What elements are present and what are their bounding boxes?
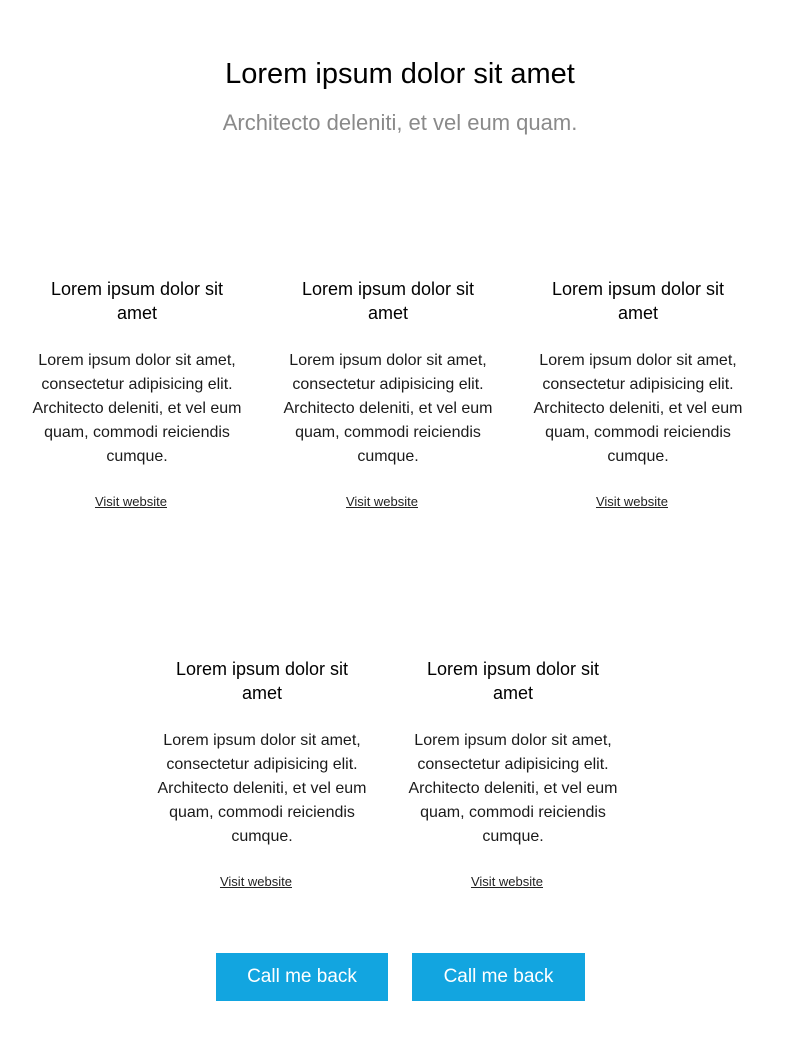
card-title: Lorem ipsum dolor sit amet bbox=[551, 279, 725, 323]
feature-card-1: Lorem ipsum dolor sit amet Lorem ipsum d… bbox=[27, 277, 247, 511]
card-title: Lorem ipsum dolor sit amet bbox=[50, 279, 224, 323]
call-me-back-button[interactable]: Call me back bbox=[412, 953, 585, 1001]
card-title: Lorem ipsum dolor sit amet bbox=[301, 279, 475, 323]
card-title: Lorem ipsum dolor sit amet bbox=[426, 659, 600, 703]
card-description: Lorem ipsum dolor sit amet, consectetur … bbox=[32, 352, 242, 465]
visit-website-link[interactable]: Visit website bbox=[95, 493, 167, 511]
visit-website-link[interactable]: Visit website bbox=[220, 873, 292, 891]
visit-website-link[interactable]: Visit website bbox=[471, 873, 543, 891]
call-me-back-button[interactable]: Call me back bbox=[216, 953, 388, 1001]
card-title: Lorem ipsum dolor sit amet bbox=[175, 659, 349, 703]
card-description: Lorem ipsum dolor sit amet, consectetur … bbox=[533, 352, 743, 465]
visit-website-link[interactable]: Visit website bbox=[596, 493, 668, 511]
visit-website-link[interactable]: Visit website bbox=[346, 493, 418, 511]
card-description: Lorem ipsum dolor sit amet, consectetur … bbox=[283, 352, 493, 465]
feature-card-3: Lorem ipsum dolor sit amet Lorem ipsum d… bbox=[528, 277, 748, 511]
feature-card-4: Lorem ipsum dolor sit amet Lorem ipsum d… bbox=[152, 657, 372, 891]
feature-card-2: Lorem ipsum dolor sit amet Lorem ipsum d… bbox=[278, 277, 498, 511]
card-description: Lorem ipsum dolor sit amet, consectetur … bbox=[157, 732, 367, 845]
card-description: Lorem ipsum dolor sit amet, consectetur … bbox=[408, 732, 618, 845]
page-title: Lorem ipsum dolor sit amet bbox=[225, 58, 575, 90]
page-subtitle: Architecto deleniti, et vel eum quam. bbox=[222, 110, 578, 135]
feature-card-5: Lorem ipsum dolor sit amet Lorem ipsum d… bbox=[403, 657, 623, 891]
